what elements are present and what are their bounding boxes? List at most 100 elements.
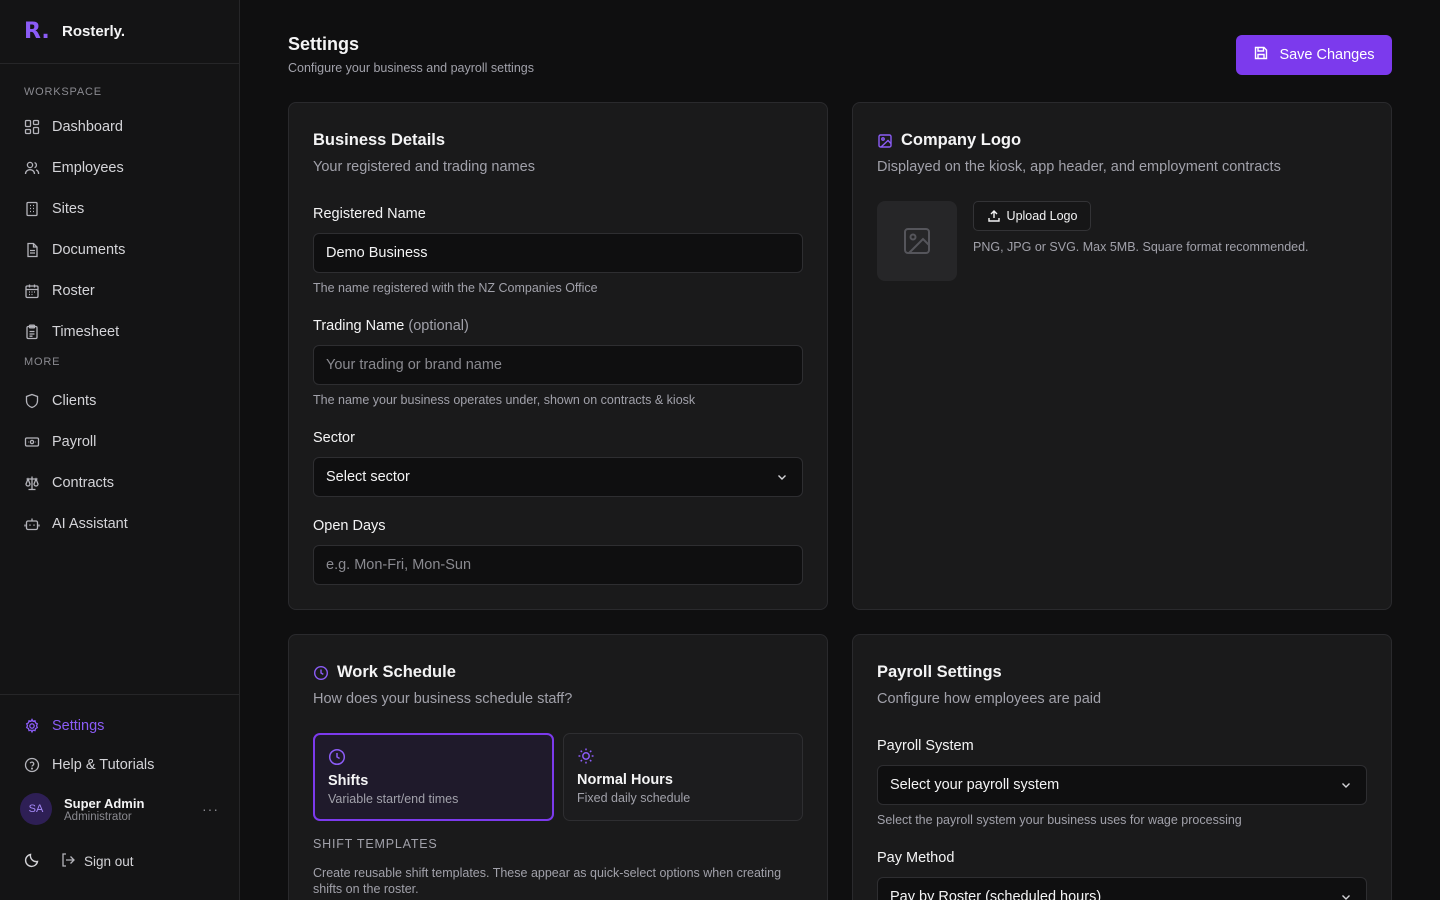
sidebar-item-label: Contracts <box>52 474 115 491</box>
sidebar-item-sites[interactable]: Sites <box>0 188 239 229</box>
optional-tag: (optional) <box>408 318 469 334</box>
registered-name-help: The name registered with the NZ Companie… <box>313 281 598 295</box>
sidebar-item-label: Roster <box>52 282 95 299</box>
help-circle-icon <box>24 757 40 773</box>
shift-templates-description: Create reusable shift templates. These a… <box>313 866 782 896</box>
clipboard-icon <box>24 324 40 340</box>
more-options-icon[interactable]: ··· <box>202 801 219 817</box>
sign-out-label: Sign out <box>84 853 134 869</box>
open-days-label: Open Days <box>313 518 386 534</box>
sidebar-footer: Settings Help & Tutorials SA Super Admin… <box>0 694 239 900</box>
chevron-down-icon <box>778 475 786 480</box>
pay-method-select[interactable]: Pay by Roster (scheduled hours) <box>877 877 1367 900</box>
sidebar-item-label: Clients <box>52 392 97 409</box>
upload-logo-button[interactable]: Upload Logo <box>973 201 1091 231</box>
sidebar-item-roster[interactable]: Roster <box>0 270 239 311</box>
sidebar-item-documents[interactable]: Documents <box>0 229 239 270</box>
registered-name-input[interactable]: Demo Business <box>313 233 803 273</box>
open-days-input[interactable]: e.g. Mon-Fri, Mon-Sun <box>313 545 803 585</box>
shield-icon <box>24 393 40 409</box>
payroll-system-select[interactable]: Select your payroll system <box>877 765 1367 805</box>
bot-icon <box>24 516 40 532</box>
sidebar-item-dashboard[interactable]: Dashboard <box>0 106 239 147</box>
image-placeholder-icon <box>904 228 930 254</box>
theme-toggle-moon-icon[interactable] <box>24 852 40 871</box>
option-subtitle: Variable start/end times <box>328 792 459 806</box>
sidebar-item-label: Timesheet <box>52 323 120 340</box>
sector-label: Sector <box>313 430 355 446</box>
avatar: SA <box>20 793 52 825</box>
brand-name: Rosterly. <box>62 23 126 40</box>
sector-select[interactable]: Select sector <box>313 457 803 497</box>
pay-method-label: Pay Method <box>877 850 955 866</box>
building-icon <box>24 201 40 217</box>
trading-name-help: The name your business operates under, s… <box>313 393 696 407</box>
card-title-text: Work Schedule <box>337 663 456 681</box>
card-subtitle: How does your business schedule staff? <box>313 691 573 707</box>
logo-preview <box>877 201 957 281</box>
card-title: Work Schedule <box>313 663 456 682</box>
sidebar-item-contracts[interactable]: Contracts <box>0 462 239 503</box>
schedule-option-normal-hours[interactable]: Normal Hours Fixed daily schedule <box>563 733 803 821</box>
scale-icon <box>24 475 40 491</box>
option-subtitle: Fixed daily schedule <box>577 791 691 805</box>
registered-name-label: Registered Name <box>313 206 426 222</box>
sidebar-item-timesheet[interactable]: Timesheet <box>0 311 239 352</box>
option-title: Normal Hours <box>577 772 673 788</box>
sign-out-button[interactable]: Sign out <box>60 852 134 871</box>
company-logo-card: Company Logo Displayed on the kiosk, app… <box>852 102 1392 610</box>
sidebar-item-label: Help & Tutorials <box>52 757 155 773</box>
sidebar-item-employees[interactable]: Employees <box>0 147 239 188</box>
payroll-system-value: Select your payroll system <box>890 777 1060 793</box>
user-name: Super Admin <box>64 795 145 811</box>
more-section-label: MORE <box>24 356 61 368</box>
dashboard-icon <box>24 119 40 135</box>
sidebar: R. Rosterly. WORKSPACE Dashboard Employe… <box>0 0 240 900</box>
sidebar-item-settings[interactable]: Settings <box>0 707 239 745</box>
option-title: Shifts <box>328 773 369 789</box>
save-icon <box>1253 45 1269 65</box>
shift-templates-label: SHIFT TEMPLATES <box>313 837 438 851</box>
sidebar-item-clients[interactable]: Clients <box>0 380 239 421</box>
save-changes-label: Save Changes <box>1279 47 1375 63</box>
business-details-card: Business Details Your registered and tra… <box>288 102 828 610</box>
sector-select-value: Select sector <box>326 469 410 485</box>
users-icon <box>24 160 40 176</box>
sidebar-item-help[interactable]: Help & Tutorials <box>0 745 239 785</box>
card-title-text: Company Logo <box>901 131 1022 149</box>
user-profile[interactable]: SA Super Admin Administrator ··· <box>0 789 239 829</box>
sidebar-item-label: Employees <box>52 159 124 176</box>
sidebar-item-label: Documents <box>52 241 126 258</box>
card-title: Company Logo <box>877 131 1021 150</box>
gear-icon <box>24 718 40 734</box>
calendar-icon <box>24 283 40 299</box>
save-changes-button[interactable]: Save Changes <box>1236 35 1392 75</box>
clock-icon <box>313 665 329 680</box>
sidebar-item-label: Payroll <box>52 433 97 450</box>
card-title: Business Details <box>313 131 446 149</box>
image-icon <box>878 133 892 148</box>
page-subtitle: Configure your business and payroll sett… <box>288 61 534 75</box>
brand[interactable]: R. Rosterly. <box>0 0 239 64</box>
sidebar-item-payroll[interactable]: Payroll <box>0 421 239 462</box>
pay-method-value: Pay by Roster (scheduled hours) <box>890 889 1102 900</box>
chevron-down-icon <box>1342 783 1350 788</box>
logo-help: PNG, JPG or SVG. Max 5MB. Square format … <box>973 240 1309 254</box>
trading-name-input[interactable]: Your trading or brand name <box>313 345 803 385</box>
brand-logo: R. <box>24 19 50 44</box>
log-out-icon <box>60 852 76 871</box>
schedule-option-shifts[interactable]: Shifts Variable start/end times <box>313 733 554 821</box>
upload-logo-label: Upload Logo <box>1006 209 1078 223</box>
sun-icon <box>578 748 594 764</box>
sidebar-item-label: Dashboard <box>52 118 123 135</box>
trading-name-label-text: Trading Name <box>313 318 405 334</box>
workspace-section-label: WORKSPACE <box>24 86 102 98</box>
sidebar-item-label: AI Assistant <box>52 515 128 532</box>
document-icon <box>24 242 40 258</box>
sidebar-item-ai-assistant[interactable]: AI Assistant <box>0 503 239 544</box>
payroll-settings-card: Payroll Settings Configure how employees… <box>852 634 1392 900</box>
page-title: Settings <box>288 34 360 54</box>
clock-icon <box>328 748 346 766</box>
card-subtitle: Configure how employees are paid <box>877 691 1102 707</box>
sidebar-item-label: Settings <box>52 718 105 734</box>
